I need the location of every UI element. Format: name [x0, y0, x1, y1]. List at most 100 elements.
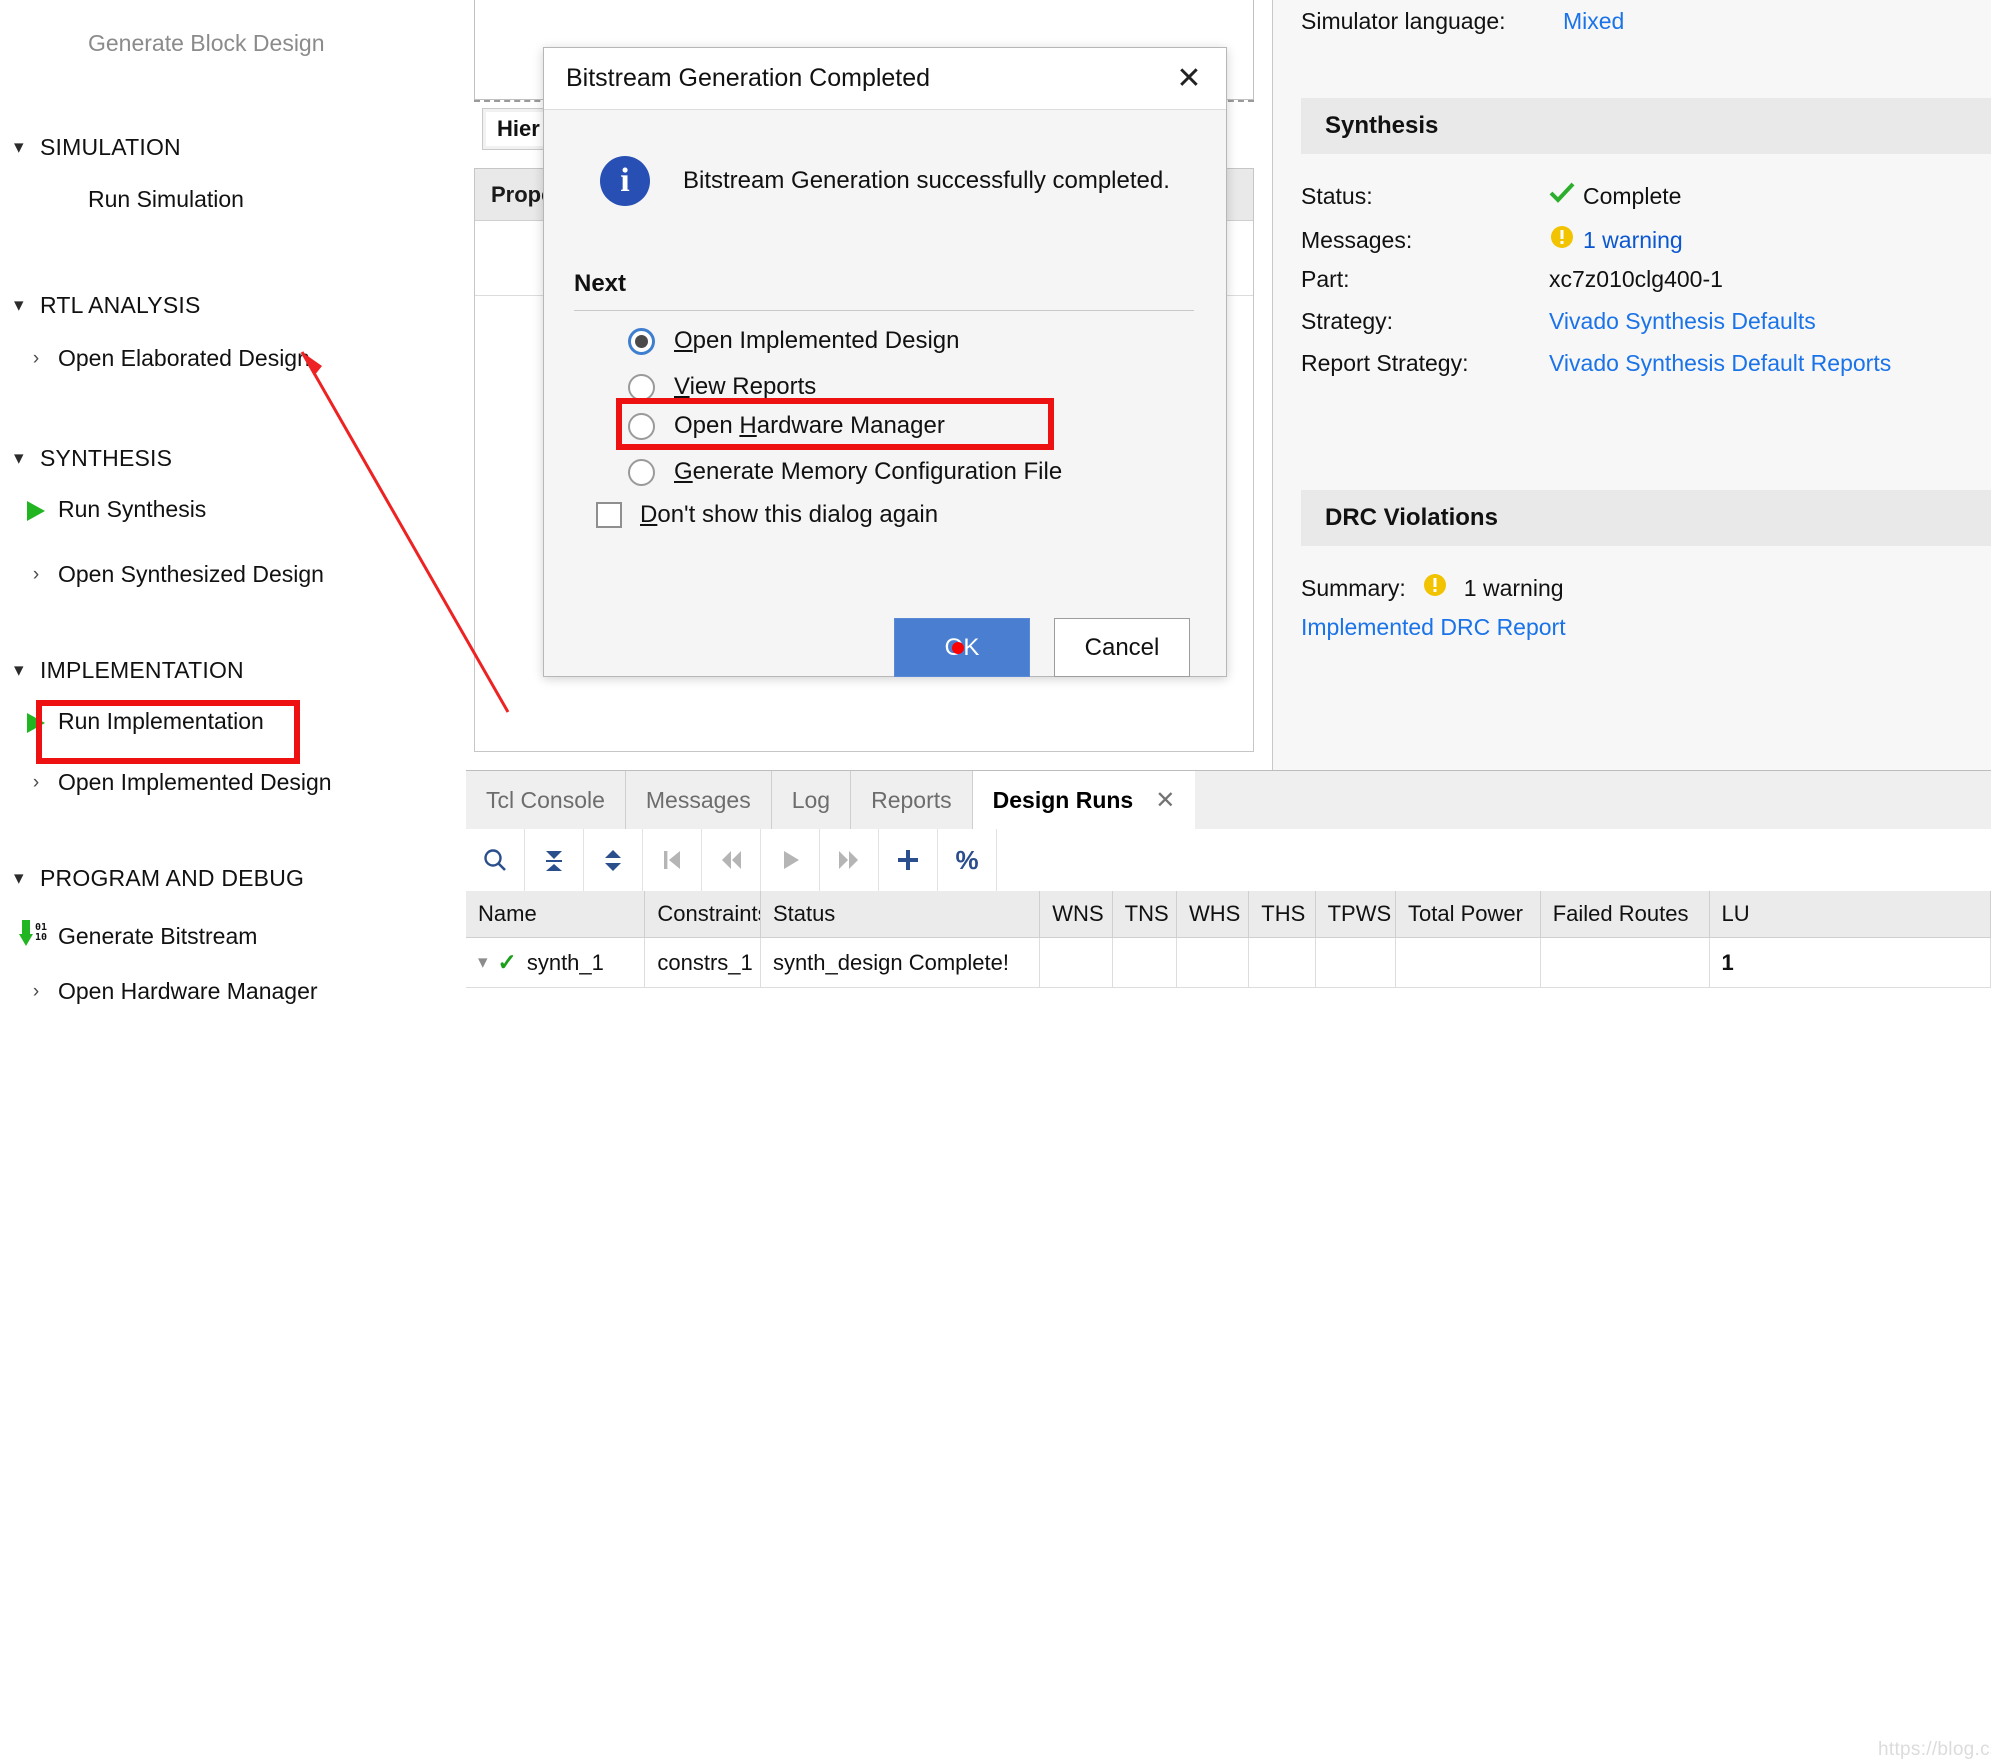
radio-generate-memory-configuration-file[interactable]: Generate Memory Configuration File [628, 458, 1062, 486]
sidebar-item-run-synthesis[interactable]: Run Synthesis [14, 496, 206, 523]
warning-icon [1422, 572, 1456, 604]
sidebar-section-rtl-analysis[interactable]: ▾ RTL ANALYSIS [14, 292, 201, 319]
percent-glyph: % [955, 844, 979, 875]
watermark-text: https://blog.csdn.net/weixin_46623350 [1878, 1739, 1991, 1760]
synthesis-strategy-label: Strategy: [1301, 308, 1394, 334]
sidebar-item-label: Generate Block Design [88, 30, 325, 56]
tab-tcl-console[interactable]: Tcl Console [466, 771, 626, 829]
chevron-down-icon: ▾ [14, 868, 24, 889]
generate-bitstream-icon: 01 10 [14, 918, 58, 954]
percent-icon[interactable]: % [938, 829, 997, 891]
sidebar-section-simulation[interactable]: ▾ SIMULATION [14, 134, 181, 161]
col-whs[interactable]: WHS [1176, 891, 1250, 938]
dialog-message: Bitstream Generation successfully comple… [683, 167, 1170, 194]
cell-name: ▾ ✓ synth_1 [466, 937, 646, 988]
drc-summary-label: Summary: [1301, 574, 1406, 601]
check-icon [1549, 182, 1583, 210]
col-tns[interactable]: TNS [1112, 891, 1177, 938]
table-header-row: Name Constraints Status WNS TNS WHS THS … [466, 891, 1991, 938]
sidebar-item-open-implemented-design[interactable]: › Open Implemented Design [14, 769, 332, 796]
checkbox-dont-show-dialog-again[interactable]: Don't show this dialog again [596, 501, 938, 529]
collapse-all-icon[interactable] [525, 829, 584, 891]
next-group-divider [574, 310, 1194, 311]
sidebar-section-label: PROGRAM AND DEBUG [40, 865, 305, 891]
tab-label: Messages [645, 786, 751, 813]
sidebar-item-generate-bitstream[interactable]: 01 10 Generate Bitstream [14, 918, 257, 954]
synthesis-messages-value[interactable]: 1 warning [1583, 227, 1683, 254]
cancel-button[interactable]: Cancel [1054, 618, 1190, 677]
implemented-drc-report-link[interactable]: Implemented DRC Report [1301, 614, 1566, 641]
add-icon[interactable] [879, 829, 938, 891]
go-next-icon[interactable] [820, 829, 879, 891]
go-first-icon[interactable] [643, 829, 702, 891]
dialog-titlebar: Bitstream Generation Completed ✕ [544, 48, 1226, 110]
cell-wns [1039, 937, 1113, 988]
close-icon[interactable]: ✕ [1166, 56, 1212, 102]
cell-tns [1112, 937, 1177, 988]
cell-failed-routes [1540, 937, 1710, 988]
flow-navigator-sidebar: Generate Block Design ▾ SIMULATION Run S… [0, 0, 452, 1014]
col-constraints[interactable]: Constraints [644, 891, 761, 938]
radio-label: Generate Memory Configuration File [674, 458, 1062, 486]
table-row[interactable]: ▾ ✓ synth_1 constrs_1 synth_design Compl… [466, 937, 1991, 988]
simulator-language-label: Simulator language: [1301, 8, 1506, 34]
sidebar-item-label: Run Implementation [58, 708, 264, 734]
mouse-cursor-dot [952, 642, 964, 654]
bitstream-generation-dialog: Bitstream Generation Completed ✕ i Bitst… [543, 47, 1227, 677]
sidebar-section-synthesis[interactable]: ▾ SYNTHESIS [14, 445, 172, 472]
synthesis-report-strategy-value[interactable]: Vivado Synthesis Default Reports [1549, 350, 1891, 377]
sidebar-item-open-hardware-manager[interactable]: › Open Hardware Manager [14, 978, 318, 1005]
col-lu[interactable]: LU [1709, 891, 1991, 938]
synthesis-report-strategy-label: Report Strategy: [1301, 350, 1469, 376]
play-icon[interactable] [761, 829, 820, 891]
chevron-down-icon[interactable]: ▾ [478, 951, 488, 974]
col-name[interactable]: Name [466, 891, 646, 938]
col-total-power[interactable]: Total Power [1395, 891, 1541, 938]
label-pre: Open [674, 412, 740, 439]
synthesis-part-value: xc7z010clg400-1 [1549, 266, 1723, 292]
check-icon: ✓ [497, 949, 517, 975]
tab-label: Tcl Console [486, 786, 605, 813]
tab-messages[interactable]: Messages [626, 771, 772, 829]
summary-content: Simulator language: Mixed Synthesis Stat… [1301, 0, 1991, 770]
chevron-right-icon: › [32, 347, 40, 369]
radio-indicator [628, 412, 655, 440]
sidebar-section-label: RTL ANALYSIS [40, 292, 201, 318]
ok-button[interactable]: OK [894, 618, 1030, 677]
tab-design-runs[interactable]: Design Runs ✕ [972, 771, 1196, 829]
radio-view-reports[interactable]: View Reports [628, 373, 816, 401]
go-previous-icon[interactable] [702, 829, 761, 891]
mnemonic-char: D [640, 501, 658, 528]
sidebar-item-run-implementation[interactable]: Run Implementation [14, 708, 264, 735]
label-rest: iew Reports [689, 373, 817, 400]
search-icon[interactable] [466, 829, 525, 891]
synthesis-messages-label: Messages: [1301, 226, 1413, 253]
tab-log[interactable]: Log [772, 771, 852, 829]
tab-label: Reports [871, 786, 952, 813]
sidebar-item-open-synthesized-design[interactable]: › Open Synthesized Design [14, 561, 324, 588]
svg-text:10: 10 [35, 932, 47, 943]
col-failed-routes[interactable]: Failed Routes [1540, 891, 1710, 938]
radio-indicator [628, 327, 655, 355]
radio-open-hardware-manager[interactable]: Open Hardware Manager [628, 412, 945, 440]
sidebar-item-generate-block-design[interactable]: Generate Block Design [14, 30, 325, 57]
col-tpws[interactable]: TPWS [1315, 891, 1397, 938]
synthesis-strategy-value[interactable]: Vivado Synthesis Defaults [1549, 308, 1816, 335]
tab-reports[interactable]: Reports [851, 771, 973, 829]
radio-open-implemented-design[interactable]: Open Implemented Design [628, 327, 960, 355]
col-status[interactable]: Status [760, 891, 1041, 938]
sidebar-item-open-elaborated-design[interactable]: › Open Elaborated Design [14, 345, 310, 372]
cell-status: synth_design Complete! [760, 937, 1041, 988]
expand-all-icon[interactable] [584, 829, 643, 891]
sidebar-section-implementation[interactable]: ▾ IMPLEMENTATION [14, 657, 244, 684]
col-ths[interactable]: THS [1248, 891, 1316, 938]
sidebar-section-program-and-debug[interactable]: ▾ PROGRAM AND DEBUG [14, 865, 304, 892]
run-name: synth_1 [526, 949, 604, 975]
close-icon[interactable]: ✕ [1155, 786, 1175, 815]
col-wns[interactable]: WNS [1039, 891, 1113, 938]
sidebar-item-run-simulation[interactable]: Run Simulation [14, 186, 244, 213]
chevron-right-icon: › [32, 980, 40, 1002]
label-rest: on't show this dialog again [657, 501, 939, 528]
drc-violations-heading: DRC Violations [1301, 490, 1991, 546]
simulator-language-value[interactable]: Mixed [1563, 8, 1624, 35]
